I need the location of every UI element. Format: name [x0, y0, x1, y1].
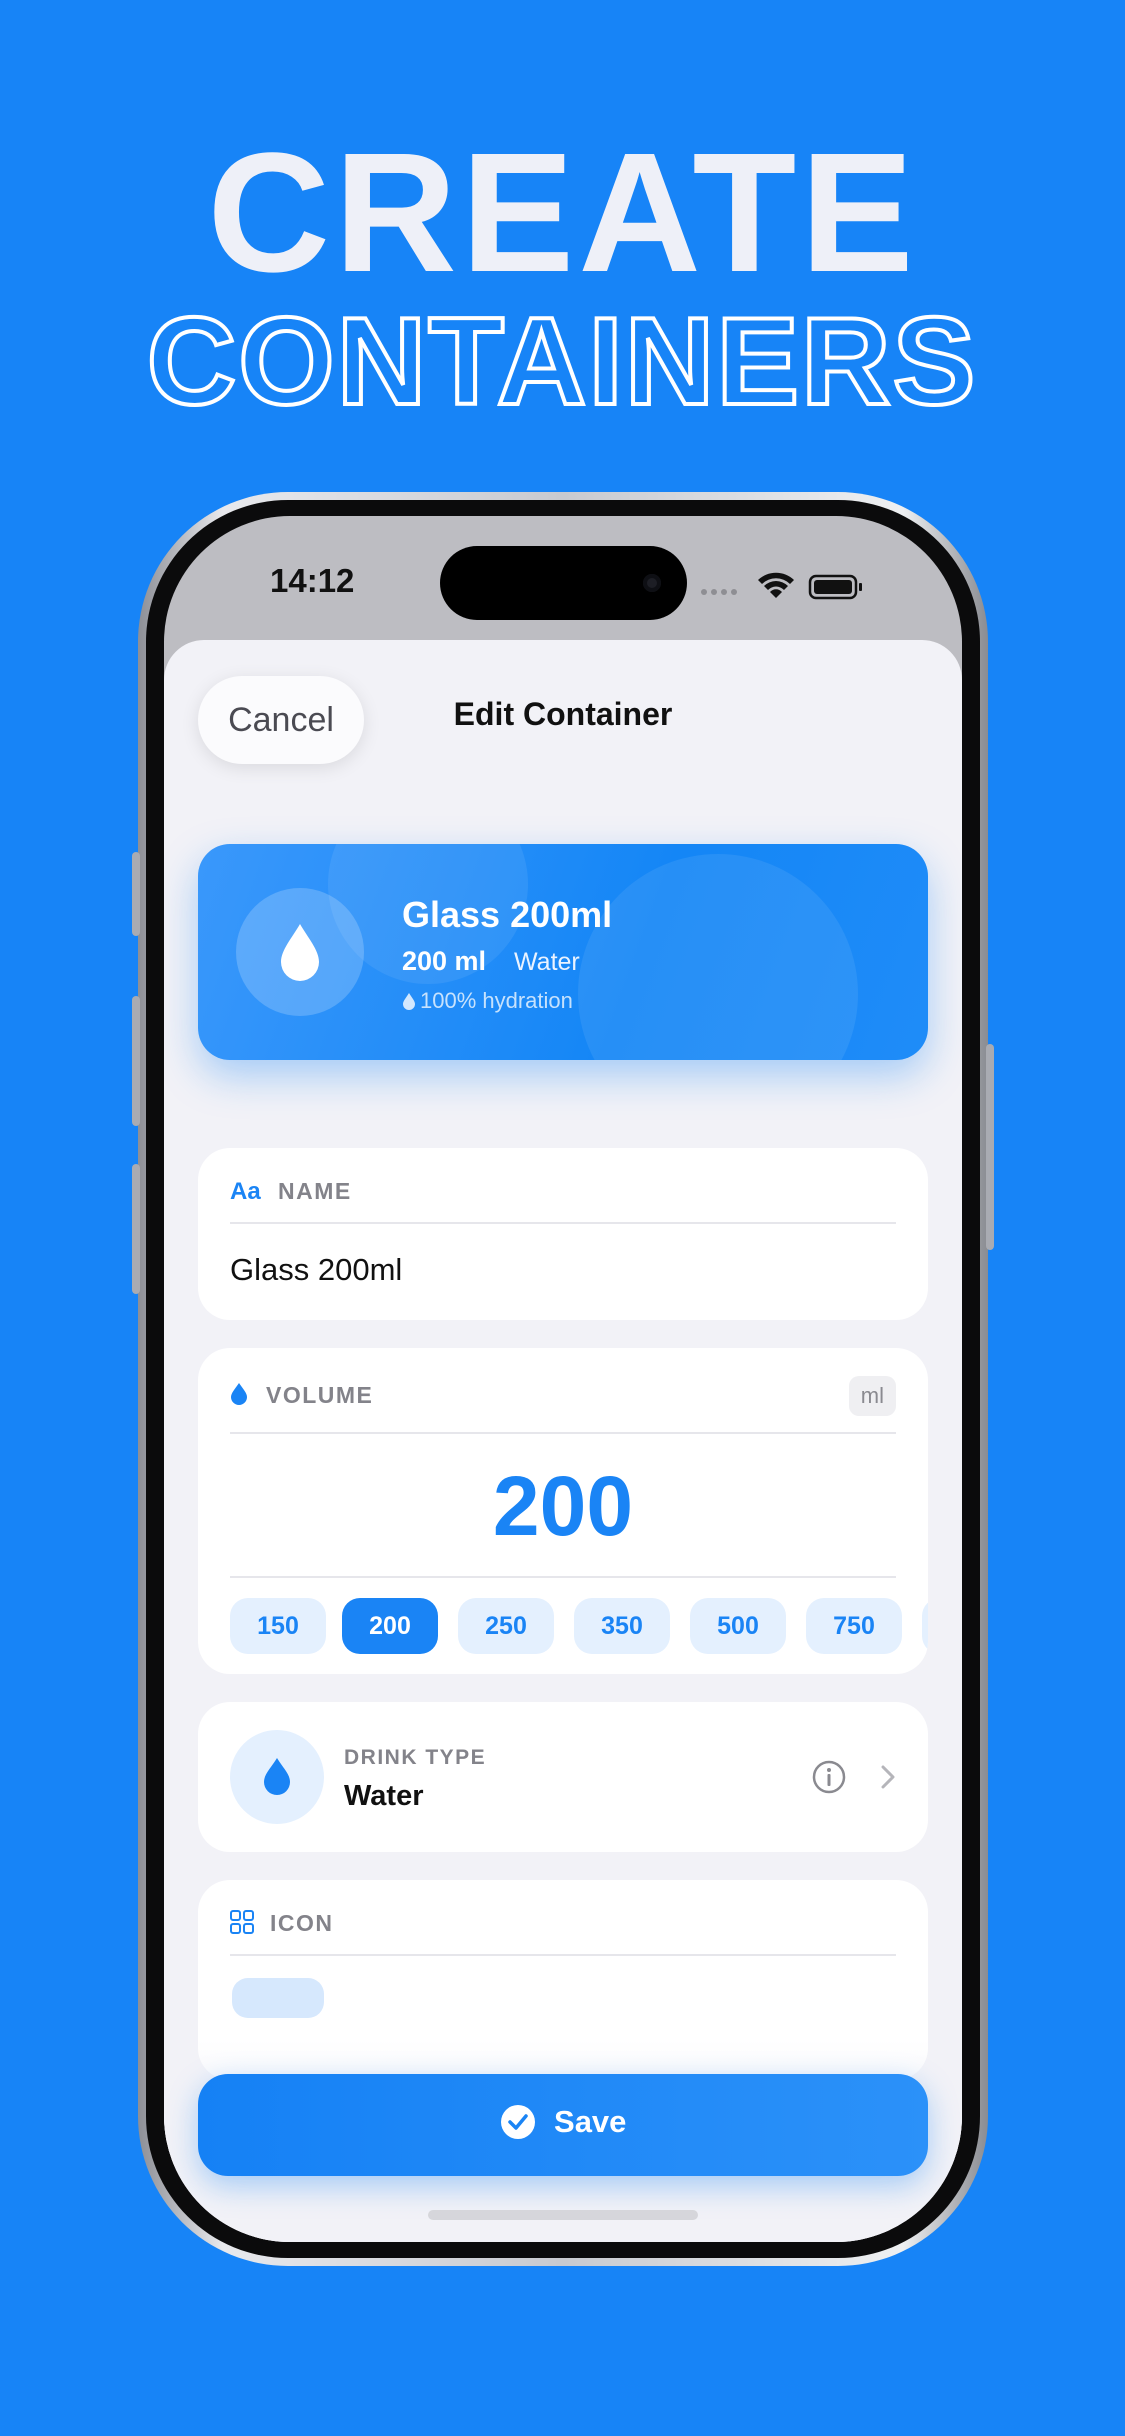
name-input[interactable]: Glass 200ml	[230, 1252, 402, 1288]
icon-option[interactable]	[232, 1978, 324, 2018]
volume-value[interactable]: 200	[198, 1458, 928, 1555]
dynamic-island	[440, 546, 687, 620]
name-label: NAME	[278, 1178, 352, 1204]
preset-chip[interactable]: 500	[690, 1598, 786, 1654]
text-format-icon: Aa	[230, 1178, 261, 1205]
volume-label: VOLUME	[266, 1382, 374, 1408]
save-label: Save	[554, 2104, 627, 2139]
info-icon[interactable]	[812, 1760, 846, 1794]
name-section: Aa NAME Glass 200ml	[198, 1148, 928, 1320]
preview-volume: 200 ml	[402, 946, 487, 976]
preset-chip[interactable]: 350	[574, 1598, 670, 1654]
preview-name: Glass 200ml	[402, 894, 613, 935]
water-drop-icon	[264, 1758, 290, 1795]
front-camera	[643, 574, 661, 592]
home-indicator	[428, 2210, 698, 2220]
save-button-content: Save	[198, 2104, 928, 2140]
preview-hydration: 100% hydration	[420, 988, 573, 1013]
drink-type-label: DRINK TYPE	[344, 1746, 487, 1769]
preset-chip-overflow[interactable]	[922, 1598, 928, 1654]
action-button	[132, 852, 140, 936]
drink-type-value: Water	[344, 1780, 424, 1812]
status-time: 14:12	[270, 562, 355, 599]
phone-screen: 14:12 Cancel Edit Container Glass 200ml …	[164, 516, 962, 2242]
preview-drink-type: Water	[514, 948, 580, 976]
divider	[230, 1576, 896, 1578]
divider	[230, 1954, 896, 1956]
hero-subtitle: CONTAINERS	[0, 292, 1125, 422]
power-button	[986, 1044, 994, 1250]
grid-icon	[230, 1910, 254, 1934]
signal-icon	[701, 589, 737, 595]
volume-section: VOLUME ml 200 150 200 250 350 500 750	[198, 1348, 928, 1674]
hydration-drop-icon	[403, 993, 415, 1010]
checkmark-circle-icon	[500, 2105, 535, 2139]
preset-chip[interactable]: 150	[230, 1598, 326, 1654]
water-drop-icon	[281, 924, 319, 981]
chevron-right-icon	[881, 1765, 895, 1789]
sheet-title: Edit Container	[453, 696, 673, 732]
divider	[230, 1432, 896, 1434]
edit-container-sheet: Cancel Edit Container Glass 200ml 200 ml…	[164, 640, 962, 2242]
container-preview-card: Glass 200ml 200 ml Water 100% hydration	[198, 844, 928, 1060]
hero-subtitle-text: CONTAINERS	[147, 293, 978, 422]
preset-chip[interactable]: 250	[458, 1598, 554, 1654]
preview-drop-badge	[236, 888, 364, 1016]
volume-up-button	[132, 996, 140, 1126]
hero-title: CREATE	[207, 118, 918, 308]
wifi-icon	[758, 572, 794, 598]
unit-badge[interactable]: ml	[848, 1376, 896, 1416]
preset-chip[interactable]: 750	[806, 1598, 902, 1654]
preview-bubble	[578, 854, 858, 1060]
status-icons	[700, 568, 890, 607]
drink-type-row[interactable]: DRINK TYPE Water	[198, 1702, 928, 1852]
divider	[230, 1222, 896, 1224]
icon-label: ICON	[270, 1910, 334, 1936]
drink-type-badge	[230, 1730, 324, 1824]
battery-icon	[808, 574, 862, 600]
water-drop-icon	[231, 1383, 247, 1405]
preset-chip-selected[interactable]: 200	[342, 1598, 438, 1654]
save-button[interactable]: Save	[198, 2074, 928, 2176]
volume-down-button	[132, 1164, 140, 1294]
